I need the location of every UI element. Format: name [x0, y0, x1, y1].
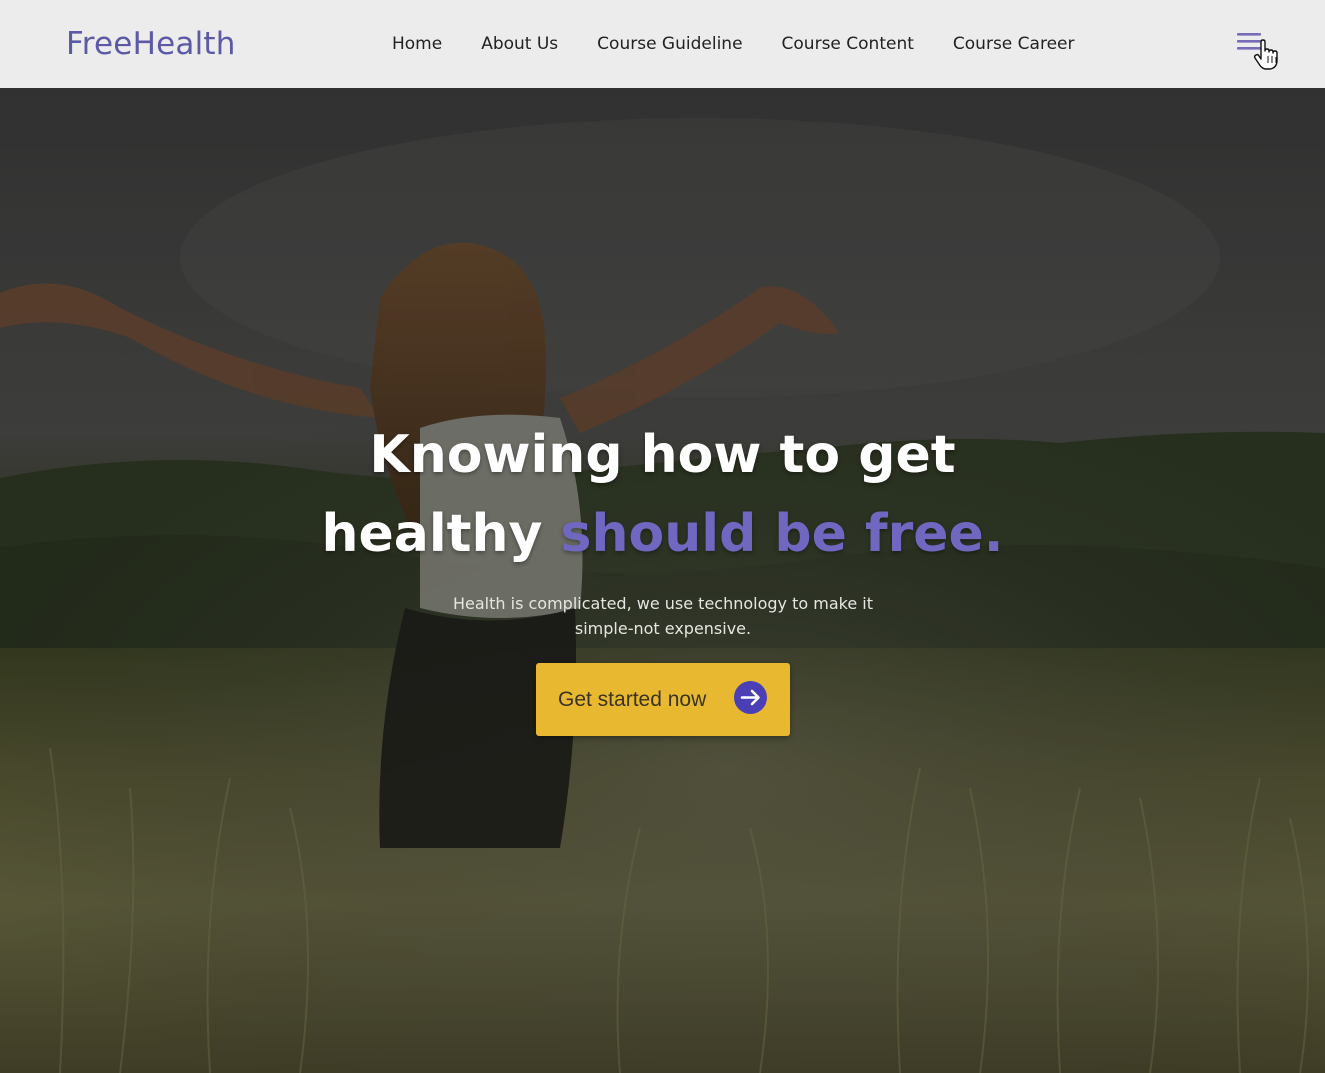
nav-links: Home About Us Course Guideline Course Co…	[392, 32, 1074, 56]
nav-item-course-content: Course Content	[782, 32, 914, 56]
nav-item-home: Home	[392, 32, 442, 56]
headline-line-2-plain: healthy	[321, 504, 543, 564]
get-started-button[interactable]: Get started now	[536, 663, 790, 736]
hero-subtitle: Health is complicated, we use technology…	[453, 594, 873, 638]
nav-link-course-guideline[interactable]: Course Guideline	[597, 34, 742, 54]
hero-headline: Knowing how to get healthy should be fre…	[0, 416, 1325, 574]
brand-logo[interactable]: FreeHealth	[66, 24, 236, 64]
arrow-right-circle-icon	[734, 681, 767, 714]
nav-link-about-us[interactable]: About Us	[481, 34, 558, 54]
hero-section: Knowing how to get healthy should be fre…	[0, 88, 1325, 1073]
nav-link-course-content[interactable]: Course Content	[782, 34, 914, 54]
hero-content: Knowing how to get healthy should be fre…	[0, 88, 1325, 1073]
nav-item-about-us: About Us	[481, 32, 558, 56]
get-started-label: Get started now	[558, 687, 707, 711]
nav-item-course-guideline: Course Guideline	[597, 32, 742, 56]
menu-button[interactable]	[1234, 28, 1280, 74]
navbar: FreeHealth Home About Us Course Guidelin…	[0, 0, 1325, 88]
nav-item-course-career: Course Career	[953, 32, 1075, 56]
headline-line-1: Knowing how to get	[369, 425, 956, 485]
headline-line-2-accent: should be free.	[560, 504, 1004, 564]
nav-link-course-career[interactable]: Course Career	[953, 34, 1075, 54]
nav-link-home[interactable]: Home	[392, 34, 442, 54]
hand-pointer-cursor-icon	[1253, 39, 1278, 70]
hamburger-menu-icon	[1237, 33, 1278, 70]
